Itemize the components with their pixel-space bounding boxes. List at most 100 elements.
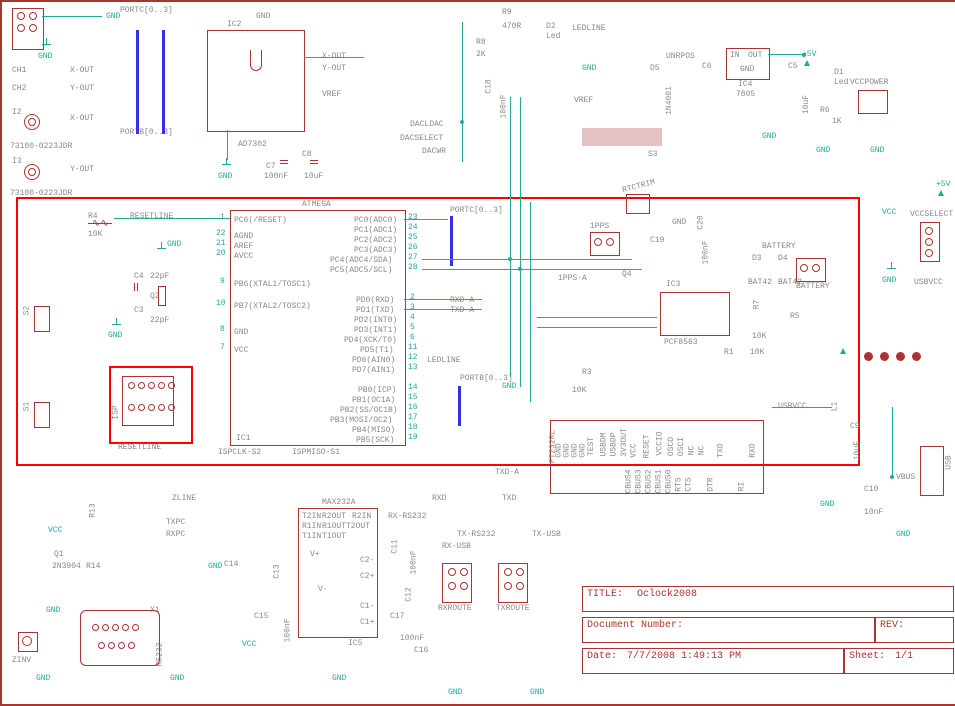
pd6: PD6(AIN0) [352, 356, 395, 365]
label-rxusb: RX-USB [442, 542, 471, 551]
d5-ref: D5 [650, 64, 660, 73]
pin19: 19 [408, 433, 418, 442]
pad [29, 24, 37, 32]
wire [422, 259, 632, 260]
isp-ref: ISP [112, 405, 121, 419]
pad [17, 12, 25, 20]
ft-3v3: 3V3OUT [620, 428, 629, 457]
gnd-pin: GND [234, 328, 248, 337]
label-gnd: GND [332, 674, 346, 683]
wire [537, 327, 657, 328]
aref: AREF [234, 242, 253, 251]
c1m: C1- [360, 602, 374, 611]
arrow-5v-icon [804, 60, 810, 66]
r14-ref: R14 [86, 562, 100, 571]
wire [537, 317, 657, 318]
c3-ref: C3 [134, 306, 144, 315]
label-vcc: VCC [882, 208, 896, 217]
label-dacselect: DACSELECT [400, 134, 443, 143]
label-gnd: GND [530, 688, 544, 697]
pin11: 11 [408, 343, 418, 352]
pb3: PB3(MOSI/OC2) [330, 416, 392, 425]
ft-cbus1: CBUS1 [655, 469, 664, 493]
ic4-out: OUT [748, 51, 762, 60]
label-5v: +5V [936, 180, 950, 189]
pin9: 9 [220, 277, 225, 286]
rxroute-header [442, 563, 472, 603]
gnd-icon [42, 38, 52, 48]
c4-val: 22pF [150, 272, 169, 281]
r2out: R2OUT [322, 512, 346, 521]
wire [404, 309, 482, 310]
label-ispclk: ISPCLK-S2 [218, 448, 261, 457]
c11-ref: C11 [391, 539, 400, 553]
pin4: 4 [410, 313, 415, 322]
junction [802, 53, 806, 57]
label-i3: I3 [12, 157, 22, 166]
wire [422, 269, 642, 270]
pb1: PB1(OC1A) [352, 396, 395, 405]
pad [460, 582, 468, 590]
pin16: 16 [408, 403, 418, 412]
label-gnd: GND [762, 132, 776, 141]
ic3-ref: IC3 [666, 280, 680, 289]
c16-ref: C16 [414, 646, 428, 655]
c9-val: 10uF [853, 441, 862, 460]
rev-row: REV: [875, 617, 954, 643]
avcc: AVCC [234, 252, 253, 261]
c15-val: 100nF [284, 618, 293, 642]
wire [510, 97, 511, 377]
label-txrs232: TX-RS232 [457, 530, 495, 539]
pin12: 12 [408, 353, 418, 362]
pad [594, 238, 602, 246]
wire [404, 299, 482, 300]
ft-vccio: VCCIO [656, 431, 665, 455]
gnd-icon [887, 262, 897, 272]
wire [462, 22, 463, 162]
c8-val: 10uF [304, 172, 323, 181]
dot [896, 352, 905, 361]
pd5: PD5(T1) [360, 346, 394, 355]
label-gnd: GND [256, 12, 270, 21]
ic2-body [207, 30, 305, 132]
t2out: T2OUT [346, 522, 370, 531]
txroute-header [498, 563, 528, 603]
vminus: V- [318, 585, 328, 594]
r1-ref: R1 [724, 348, 734, 357]
pad [460, 568, 468, 576]
ic4-gnd: GND [740, 65, 754, 74]
junction [460, 120, 464, 124]
label-vccpower: VCCPOWER [850, 78, 888, 87]
c7 [280, 157, 288, 167]
c18-ref: C18 [485, 79, 494, 93]
r7-val: 10K [752, 332, 766, 341]
q4-ref: Q4 [622, 270, 632, 279]
label-gnd: GND [502, 382, 516, 391]
bus-left2 [162, 30, 165, 134]
wire [227, 130, 228, 160]
label-gnd: GND [882, 276, 896, 285]
sheet-row: Sheet: 1/1 [844, 648, 954, 674]
label-battery: BATTERY [796, 282, 830, 291]
c17-ref: C17 [390, 612, 404, 621]
ft-osci: OSCI [677, 437, 686, 456]
junction [890, 475, 894, 479]
pd2: PD2(INT0) [354, 316, 397, 325]
pad [925, 249, 933, 257]
label-usb: USB [945, 455, 954, 469]
pin15: 15 [408, 393, 418, 402]
label-ch1: CH1 [12, 66, 26, 75]
pin27: 27 [408, 253, 418, 262]
ft-cbus2: CBUS2 [645, 469, 654, 493]
c18-val: 100nF [500, 94, 509, 118]
pin28: 28 [408, 263, 418, 272]
pin2: 2 [410, 293, 415, 302]
c4 [131, 283, 141, 291]
s3-ref: S3 [648, 150, 658, 159]
pin17: 17 [408, 413, 418, 422]
label-gnd: GND [896, 530, 910, 539]
label-rxrs232: RX-RS232 [388, 512, 426, 521]
label-resetline: RESETLINE [130, 212, 173, 221]
pin13: 13 [408, 363, 418, 372]
pd0: PD0(RXD) [356, 296, 394, 305]
